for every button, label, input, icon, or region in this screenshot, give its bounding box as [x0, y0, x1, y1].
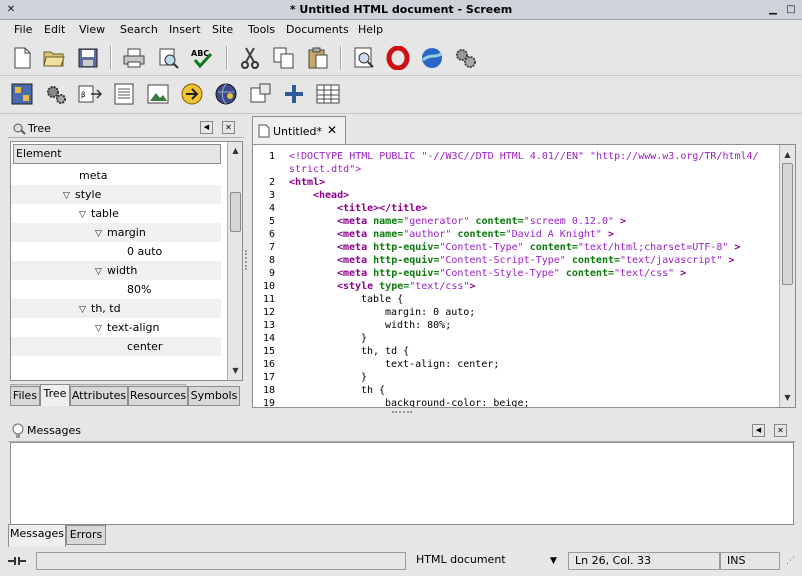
tab-attributes[interactable]: Attributes [70, 386, 128, 406]
scroll-down-icon[interactable]: ▼ [229, 364, 242, 377]
settings-gears-icon[interactable] [42, 80, 70, 108]
menu-insert[interactable]: Insert [169, 23, 201, 36]
tree-scrollbar[interactable]: ▲ ▼ [227, 142, 242, 380]
menu-help[interactable]: Help [358, 23, 383, 36]
tree-node[interactable]: ▽ th, td [11, 299, 221, 318]
menu-site[interactable]: Site [212, 23, 233, 36]
globe-icon[interactable] [212, 80, 240, 108]
tree-node[interactable]: ▽ margin [11, 223, 221, 242]
editor-scrollbar[interactable]: ▲ ▼ [779, 145, 795, 407]
resize-grip-icon[interactable]: ⋰ [786, 556, 795, 566]
preview-icon[interactable] [350, 44, 378, 72]
tab-symbols[interactable]: Symbols [188, 386, 240, 406]
tree-column-header[interactable]: Element [13, 144, 221, 164]
editor-area: Untitled* ✕ 1 2 3 4 5 6 7 8 9 10 11 12 1… [252, 116, 796, 408]
close-panel-icon[interactable]: ✕ [222, 121, 235, 134]
tab-messages[interactable]: Messages [8, 524, 66, 547]
document-type-label: HTML document [416, 553, 506, 566]
export-icon[interactable]: β [76, 80, 104, 108]
code-view[interactable]: 1 2 3 4 5 6 7 8 9 10 11 12 13 14 15 16 1… [252, 144, 796, 408]
tree-node[interactable]: ▽ table [11, 204, 221, 223]
menu-bar: File Edit View Search Insert Site Tools … [0, 20, 802, 40]
lightbulb-icon [12, 423, 24, 442]
tree-node[interactable]: ▽ text-align [11, 318, 221, 337]
editor-tab-label: Untitled* [273, 125, 323, 138]
close-tab-icon[interactable]: ✕ [327, 123, 337, 137]
document-icon [258, 124, 270, 141]
messages-header: Messages ◀ ✕ [8, 420, 796, 442]
status-bar: HTML document ▼ Ln 26, Col. 33 INS ⋰ [0, 550, 802, 572]
cursor-position: Ln 26, Col. 33 [568, 552, 720, 570]
opera-icon[interactable] [384, 44, 412, 72]
copy-icon[interactable] [270, 44, 298, 72]
spell-check-icon[interactable]: ABC [188, 44, 216, 72]
link-arrow-icon[interactable] [178, 80, 206, 108]
save-icon[interactable] [74, 44, 102, 72]
plugin-icon[interactable] [246, 80, 274, 108]
tree-node[interactable]: 80% [11, 280, 221, 299]
minimize-icon[interactable]: ▁ [766, 3, 780, 17]
tree-node[interactable]: meta [11, 166, 221, 185]
print-icon[interactable] [120, 44, 148, 72]
main-toolbar: ABC [0, 40, 802, 76]
tab-tree[interactable]: Tree [40, 384, 70, 406]
tree-icon [12, 121, 26, 138]
tree-panel: Tree ◀ ✕ Element meta ▽ style ▽ table ▽ mar… [8, 118, 244, 408]
new-document-icon[interactable] [8, 44, 36, 72]
connection-plug-icon [6, 554, 28, 571]
tab-errors[interactable]: Errors [66, 525, 106, 545]
image-icon[interactable] [144, 80, 172, 108]
scroll-thumb[interactable] [782, 163, 793, 285]
menu-edit[interactable]: Edit [44, 23, 65, 36]
gears-icon[interactable] [452, 44, 480, 72]
tree-node[interactable]: ▽ style [11, 185, 221, 204]
text-icon[interactable] [110, 80, 138, 108]
menu-view[interactable]: View [79, 23, 105, 36]
menu-tools[interactable]: Tools [248, 23, 275, 36]
tab-resources[interactable]: Resources [128, 386, 188, 406]
menu-search[interactable]: Search [120, 23, 158, 36]
tree-node[interactable]: ▽ width [11, 261, 221, 280]
tree-panel-header: Tree ◀ ✕ [8, 118, 244, 138]
paste-icon[interactable] [304, 44, 332, 72]
scroll-up-icon[interactable]: ▲ [781, 148, 794, 161]
title-bar: ✕ * Untitled HTML document - Screem ▁ □ [0, 0, 802, 20]
site-icon[interactable] [8, 80, 36, 108]
tree-panel-title: Tree [28, 122, 51, 135]
svg-text:β: β [81, 91, 85, 99]
table-icon[interactable] [314, 80, 342, 108]
tree-view[interactable]: Element meta ▽ style ▽ table ▽ margin 0 aut… [10, 141, 243, 381]
close-panel-icon[interactable]: ✕ [774, 424, 787, 437]
tree-node[interactable]: center [11, 337, 221, 356]
collapse-panel-icon[interactable]: ◀ [200, 121, 213, 134]
pane-splitter[interactable] [245, 250, 250, 270]
open-folder-icon[interactable] [40, 44, 68, 72]
scroll-up-icon[interactable]: ▲ [229, 144, 242, 157]
messages-view[interactable] [10, 442, 794, 525]
maximize-icon[interactable]: □ [784, 3, 798, 17]
messages-panel: Messages ◀ ✕ Messages Errors [8, 420, 796, 548]
editor-tab[interactable]: Untitled* ✕ [252, 116, 346, 144]
dropdown-arrow-icon[interactable]: ▼ [550, 553, 557, 569]
horizontal-splitter[interactable] [392, 411, 412, 415]
tab-files[interactable]: Files [10, 386, 40, 406]
scroll-thumb[interactable] [230, 192, 241, 232]
menu-documents[interactable]: Documents [286, 23, 349, 36]
menu-file[interactable]: File [14, 23, 32, 36]
print-preview-icon[interactable] [154, 44, 182, 72]
collapse-panel-icon[interactable]: ◀ [752, 424, 765, 437]
messages-title: Messages [27, 424, 81, 437]
cut-icon[interactable] [236, 44, 264, 72]
document-type-select[interactable]: HTML document ▼ [410, 552, 566, 570]
window-title: * Untitled HTML document - Screem [289, 3, 513, 16]
add-plus-icon[interactable] [280, 80, 308, 108]
mozilla-icon[interactable] [418, 44, 446, 72]
insert-mode: INS [720, 552, 780, 570]
scroll-down-icon[interactable]: ▼ [781, 391, 794, 404]
tree-node[interactable]: 0 auto [11, 242, 221, 261]
status-message [36, 552, 406, 570]
insert-toolbar: β [0, 76, 802, 114]
